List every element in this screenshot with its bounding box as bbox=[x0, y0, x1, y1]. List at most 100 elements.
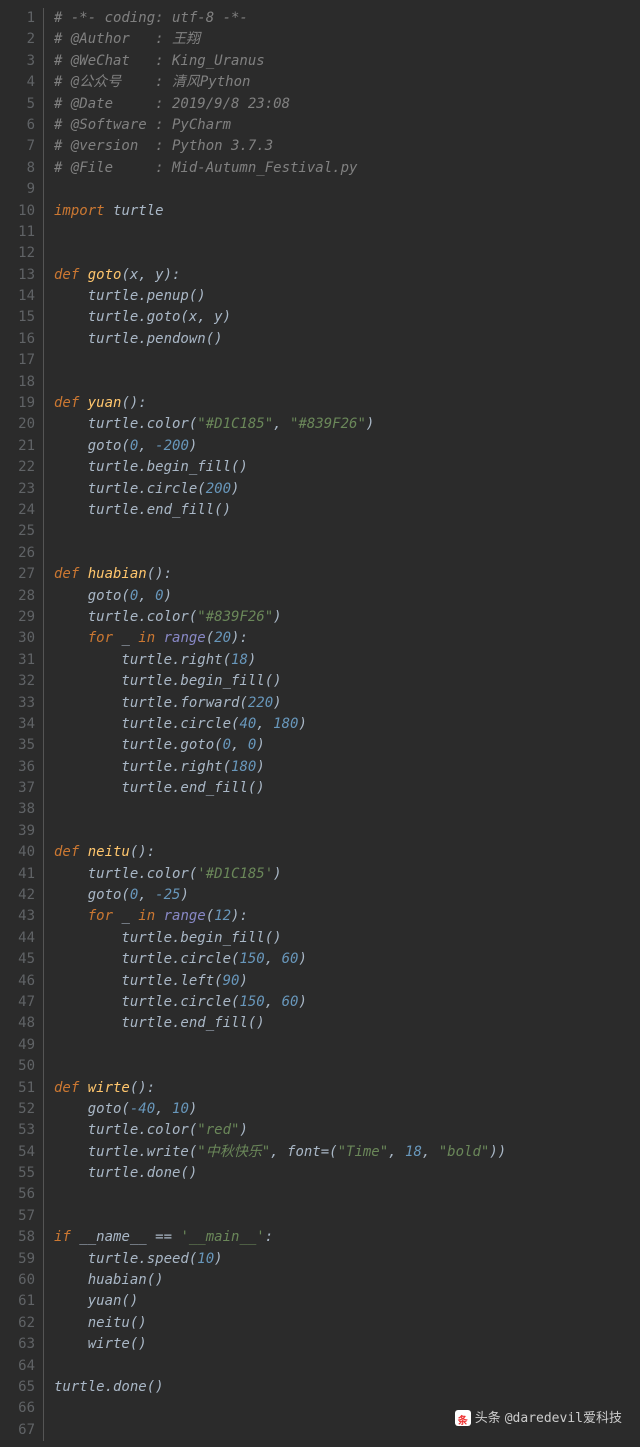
code-line[interactable] bbox=[54, 179, 640, 200]
line-number: 14 bbox=[0, 286, 35, 307]
code-line[interactable]: # @公众号 : 清风Python bbox=[54, 72, 640, 93]
token-op: , bbox=[138, 267, 155, 283]
token-str: "#839F26" bbox=[197, 609, 273, 625]
token-kw: in bbox=[138, 630, 163, 646]
code-area[interactable]: # -*- coding: utf-8 -*-# @Author : 王翔# @… bbox=[44, 8, 640, 1441]
code-line[interactable] bbox=[54, 1056, 640, 1077]
code-line[interactable]: turtle.write("中秋快乐", font=("Time", 18, "… bbox=[54, 1142, 640, 1163]
code-line[interactable]: turtle.begin_fill() bbox=[54, 928, 640, 949]
code-line[interactable]: # @File : Mid-Autumn_Festival.py bbox=[54, 158, 640, 179]
code-line[interactable]: turtle.goto(x, y) bbox=[54, 307, 640, 328]
code-line[interactable]: huabian() bbox=[54, 1270, 640, 1291]
code-line[interactable]: turtle.goto(0, 0) bbox=[54, 735, 640, 756]
code-line[interactable]: turtle.circle(200) bbox=[54, 479, 640, 500]
token-str: "#D1C185" bbox=[197, 416, 273, 432]
token-p: turtle.left( bbox=[54, 973, 223, 989]
token-p: y): bbox=[155, 267, 180, 283]
token-p: turtle.penup() bbox=[54, 288, 206, 304]
token-p: ): bbox=[231, 630, 248, 646]
code-line[interactable]: turtle.circle(40, 180) bbox=[54, 714, 640, 735]
code-line[interactable]: goto(0, -200) bbox=[54, 436, 640, 457]
code-line[interactable]: turtle.end_fill() bbox=[54, 778, 640, 799]
code-line[interactable]: if __name__ == '__main__': bbox=[54, 1227, 640, 1248]
code-line[interactable]: goto(0, -25) bbox=[54, 885, 640, 906]
line-number: 12 bbox=[0, 243, 35, 264]
code-line[interactable]: def neitu(): bbox=[54, 842, 640, 863]
code-line[interactable]: # @Software : PyCharm bbox=[54, 115, 640, 136]
token-op: , bbox=[138, 588, 155, 604]
token-p: _ bbox=[121, 908, 138, 924]
line-number: 49 bbox=[0, 1035, 35, 1056]
code-line[interactable]: turtle.begin_fill() bbox=[54, 457, 640, 478]
code-line[interactable]: def yuan(): bbox=[54, 393, 640, 414]
token-p: ) bbox=[189, 438, 197, 454]
code-line[interactable]: turtle.forward(220) bbox=[54, 693, 640, 714]
code-line[interactable] bbox=[54, 222, 640, 243]
code-line[interactable] bbox=[54, 1356, 640, 1377]
code-line[interactable]: turtle.color('#D1C185') bbox=[54, 864, 640, 885]
token-p: ) bbox=[214, 1251, 222, 1267]
code-editor: 1234567891011121314151617181920212223242… bbox=[0, 0, 640, 1441]
code-line[interactable]: neitu() bbox=[54, 1313, 640, 1334]
token-str: "red" bbox=[197, 1122, 239, 1138]
code-line[interactable] bbox=[54, 1184, 640, 1205]
code-line[interactable]: # @Date : 2019/9/8 23:08 bbox=[54, 94, 640, 115]
line-number: 46 bbox=[0, 971, 35, 992]
code-line[interactable]: # -*- coding: utf-8 -*- bbox=[54, 8, 640, 29]
code-line[interactable]: turtle.begin_fill() bbox=[54, 671, 640, 692]
code-line[interactable] bbox=[54, 372, 640, 393]
token-p: goto( bbox=[54, 887, 130, 903]
token-p: ( bbox=[206, 908, 214, 924]
code-line[interactable]: turtle.right(180) bbox=[54, 757, 640, 778]
code-line[interactable]: # @Author : 王翔 bbox=[54, 29, 640, 50]
code-line[interactable]: turtle.color("#D1C185", "#839F26") bbox=[54, 414, 640, 435]
code-line[interactable]: for _ in range(20): bbox=[54, 628, 640, 649]
token-p: font=( bbox=[287, 1144, 338, 1160]
line-number: 21 bbox=[0, 436, 35, 457]
code-line[interactable] bbox=[54, 799, 640, 820]
token-p: turtle.right( bbox=[54, 652, 231, 668]
code-line[interactable]: wirte() bbox=[54, 1334, 640, 1355]
code-line[interactable] bbox=[54, 243, 640, 264]
token-num: 150 bbox=[239, 951, 264, 967]
line-number: 39 bbox=[0, 821, 35, 842]
token-bi: range bbox=[164, 908, 206, 924]
code-line[interactable]: turtle.right(18) bbox=[54, 650, 640, 671]
code-line[interactable]: turtle.speed(10) bbox=[54, 1249, 640, 1270]
code-line[interactable]: turtle.color("#839F26") bbox=[54, 607, 640, 628]
token-num: -200 bbox=[155, 438, 189, 454]
code-line[interactable]: turtle.end_fill() bbox=[54, 500, 640, 521]
code-line[interactable]: turtle.end_fill() bbox=[54, 1013, 640, 1034]
code-line[interactable]: turtle.circle(150, 60) bbox=[54, 949, 640, 970]
code-line[interactable]: def goto(x, y): bbox=[54, 265, 640, 286]
code-line[interactable]: turtle.left(90) bbox=[54, 971, 640, 992]
code-line[interactable]: def wirte(): bbox=[54, 1078, 640, 1099]
code-line[interactable]: # @WeChat : King_Uranus bbox=[54, 51, 640, 72]
line-number: 45 bbox=[0, 949, 35, 970]
code-line[interactable]: turtle.done() bbox=[54, 1377, 640, 1398]
code-line[interactable] bbox=[54, 543, 640, 564]
code-line[interactable]: for _ in range(12): bbox=[54, 906, 640, 927]
code-line[interactable]: turtle.done() bbox=[54, 1163, 640, 1184]
code-line[interactable] bbox=[54, 821, 640, 842]
code-line[interactable]: yuan() bbox=[54, 1291, 640, 1312]
code-line[interactable] bbox=[54, 1035, 640, 1056]
code-line[interactable] bbox=[54, 350, 640, 371]
toutiao-logo-icon bbox=[455, 1410, 471, 1426]
code-line[interactable] bbox=[54, 521, 640, 542]
token-num: 220 bbox=[248, 695, 273, 711]
code-line[interactable]: turtle.color("red") bbox=[54, 1120, 640, 1141]
code-line[interactable]: turtle.penup() bbox=[54, 286, 640, 307]
token-p: turtle.circle( bbox=[54, 481, 206, 497]
code-line[interactable] bbox=[54, 1206, 640, 1227]
code-line[interactable]: goto(-40, 10) bbox=[54, 1099, 640, 1120]
token-num: 10 bbox=[172, 1101, 189, 1117]
code-line[interactable]: turtle.pendown() bbox=[54, 329, 640, 350]
code-line[interactable]: # @version : Python 3.7.3 bbox=[54, 136, 640, 157]
code-line[interactable]: turtle.circle(150, 60) bbox=[54, 992, 640, 1013]
token-num: 20 bbox=[214, 630, 231, 646]
code-line[interactable]: import turtle bbox=[54, 201, 640, 222]
code-line[interactable]: def huabian(): bbox=[54, 564, 640, 585]
code-line[interactable]: goto(0, 0) bbox=[54, 586, 640, 607]
line-number: 53 bbox=[0, 1120, 35, 1141]
